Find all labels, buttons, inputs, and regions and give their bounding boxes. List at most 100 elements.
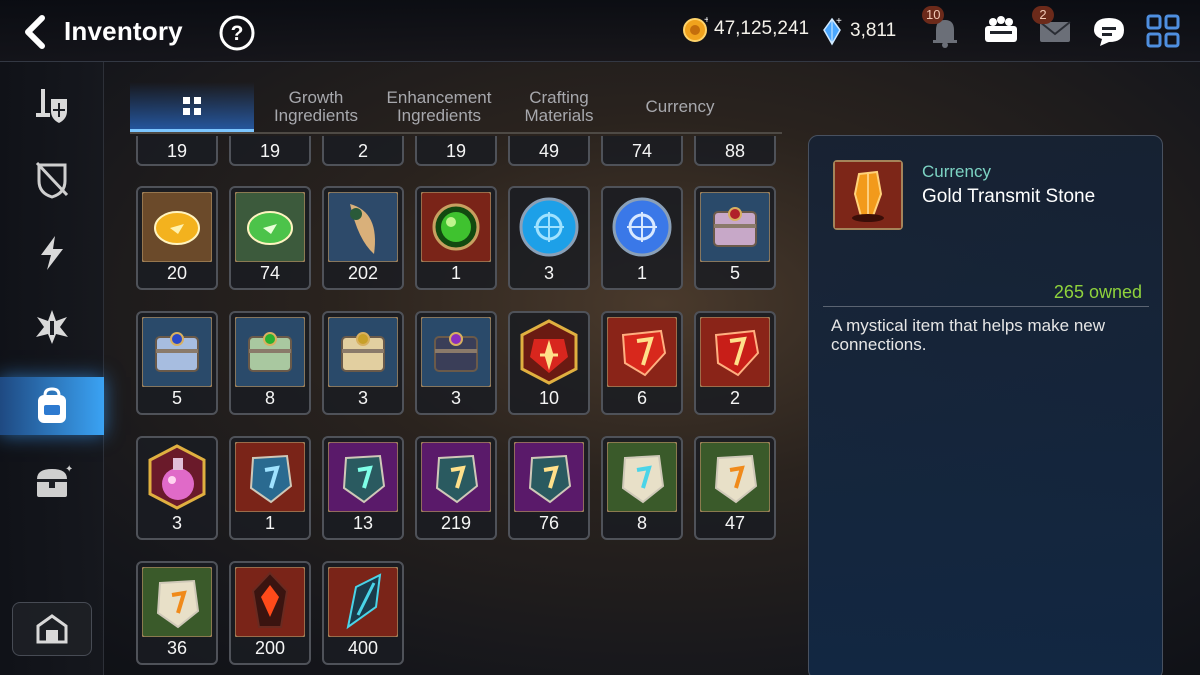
inventory-tabs: Growth Ingredients Enhancement Ingredien…: [130, 82, 782, 134]
inventory-item[interactable]: 202: [322, 186, 404, 290]
item-count: 2: [357, 141, 368, 161]
crystal-currency[interactable]: + 3,811: [820, 16, 896, 46]
inventory-item[interactable]: 2: [322, 136, 404, 166]
blue-crystal-icon: [607, 192, 677, 262]
top-bar: Inventory ? + 47,125,241 + 3,811 10 2: [0, 0, 1200, 62]
tab-crafting-line1: Crafting: [529, 88, 589, 107]
back-arrow-icon: [25, 15, 45, 49]
tab-growth-ingredients[interactable]: Growth Ingredients: [260, 82, 372, 132]
detail-owned-count: 265 owned: [1053, 282, 1142, 302]
inventory-item[interactable]: 47: [694, 436, 776, 540]
inventory-item[interactable]: 88: [694, 136, 776, 166]
sidebar-item-materials[interactable]: [0, 377, 104, 435]
tab-enhancement-line2: Ingredients: [396, 106, 482, 125]
item-count: 400: [347, 638, 379, 658]
inventory-item[interactable]: 5: [136, 311, 218, 415]
blue-sigil-icon: [514, 192, 584, 262]
item-count: 219: [440, 513, 472, 533]
tab-currency[interactable]: Currency: [626, 82, 734, 132]
gold-rune-icon: [141, 191, 213, 263]
tab-all[interactable]: [130, 82, 254, 132]
tab-crafting-materials[interactable]: Crafting Materials: [506, 82, 612, 132]
green-orb-icon: [420, 191, 492, 263]
svg-text:+: +: [704, 16, 708, 26]
tab-enhancement-ingredients[interactable]: Enhancement Ingredients: [380, 82, 498, 132]
inventory-item[interactable]: 3: [322, 311, 404, 415]
inventory-item[interactable]: 20: [136, 186, 218, 290]
guild-button[interactable]: [12, 602, 92, 656]
inventory-item[interactable]: 49: [508, 136, 590, 166]
feather-charm-icon: [327, 191, 399, 263]
inventory-item[interactable]: 3: [508, 186, 590, 290]
chat-button[interactable]: [1090, 12, 1128, 50]
inventory-item[interactable]: 10: [508, 311, 590, 415]
inventory-item[interactable]: 1: [601, 186, 683, 290]
inventory-item[interactable]: 1: [229, 436, 311, 540]
inventory-item[interactable]: 19: [136, 136, 218, 166]
gold-coin-icon: +: [683, 16, 708, 42]
item-count: 1: [636, 263, 647, 283]
item-count: 3: [450, 388, 461, 408]
item-count: 19: [259, 141, 281, 161]
sidebar-item-storage[interactable]: ✦: [0, 454, 104, 512]
item-count: 74: [631, 141, 653, 161]
inventory-item[interactable]: 13: [322, 436, 404, 540]
dark-chest-icon: [420, 316, 492, 388]
sidebar-item-skills[interactable]: [0, 298, 104, 356]
white-star-stone-icon: [606, 441, 678, 513]
item-grid: 19 19 2 19 49 74 88 20 74 202 1 3 1 5 5 …: [136, 136, 786, 675]
inventory-item[interactable]: 5: [694, 186, 776, 290]
inventory-item[interactable]: 36: [136, 561, 218, 665]
inventory-item[interactable]: 74: [229, 186, 311, 290]
backpack-icon: [38, 387, 66, 423]
mail-button[interactable]: 2: [1032, 6, 1074, 50]
team-icon: [985, 16, 1017, 42]
inventory-item[interactable]: 19: [229, 136, 311, 166]
sidebar-item-catalysts[interactable]: [0, 224, 104, 282]
notifications-button[interactable]: 10: [922, 6, 964, 50]
back-button[interactable]: [18, 12, 52, 52]
item-count: 36: [166, 638, 188, 658]
inventory-item[interactable]: 74: [601, 136, 683, 166]
green-rune-icon: [234, 191, 306, 263]
item-count: 47: [724, 513, 746, 533]
item-count: 1: [450, 263, 461, 283]
detail-divider: [823, 306, 1149, 307]
grid-icon: [183, 96, 201, 115]
inventory-item[interactable]: 400: [322, 561, 404, 665]
inventory-item[interactable]: 8: [229, 311, 311, 415]
team-button[interactable]: [982, 12, 1020, 50]
menu-button[interactable]: [1144, 12, 1182, 50]
sidebar-item-equipment[interactable]: [0, 76, 104, 134]
inventory-item[interactable]: 2: [694, 311, 776, 415]
item-count: 200: [254, 638, 286, 658]
help-button[interactable]: ?: [218, 14, 256, 52]
notifications-badge: 10: [922, 6, 945, 24]
treasure-chest-icon: ✦: [37, 464, 72, 497]
detail-item-icon: [833, 160, 903, 230]
red-gem-slash-icon: [699, 316, 771, 388]
tab-crafting-line2: Materials: [524, 106, 594, 125]
inventory-item[interactable]: 3: [136, 436, 218, 540]
item-count: 3: [171, 513, 182, 533]
dark-red-crystal-icon: [234, 566, 306, 638]
white-t-stone-icon: [699, 441, 771, 513]
inventory-item[interactable]: 1: [415, 186, 497, 290]
gold-currency[interactable]: + 47,125,241: [682, 16, 809, 42]
item-count: 202: [347, 263, 379, 283]
red-star-gem-icon: [514, 317, 584, 387]
blue-rune-stone-icon: [234, 441, 306, 513]
item-count: 8: [264, 388, 275, 408]
question-icon: ?: [219, 15, 255, 51]
inventory-item[interactable]: 3: [415, 311, 497, 415]
inventory-item[interactable]: 6: [601, 311, 683, 415]
sidebar-item-artifacts[interactable]: [0, 150, 104, 208]
crystal-icon: +: [823, 16, 842, 46]
inventory-item[interactable]: 19: [415, 136, 497, 166]
inventory-item[interactable]: 200: [229, 561, 311, 665]
item-count: 19: [166, 141, 188, 161]
inventory-item[interactable]: 219: [415, 436, 497, 540]
inventory-item[interactable]: 8: [601, 436, 683, 540]
red-gem-t-icon: [606, 316, 678, 388]
inventory-item[interactable]: 76: [508, 436, 590, 540]
